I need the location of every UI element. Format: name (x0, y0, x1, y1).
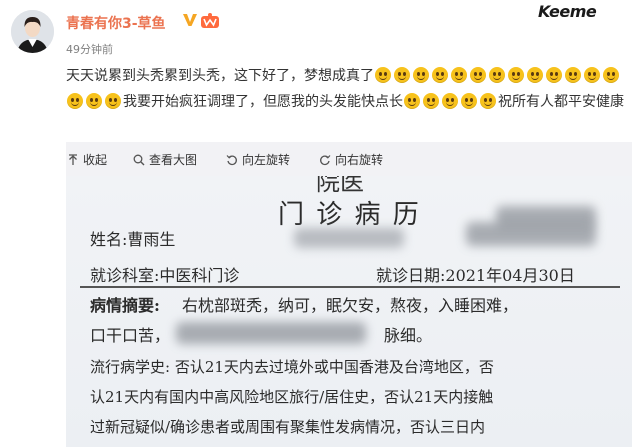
smile-emoji-icon (86, 93, 102, 109)
collapse-label: 收起 (83, 153, 108, 167)
rotate-right-button[interactable]: 向右旋转 (319, 151, 383, 168)
doc-title: 门 诊 病 历 (278, 200, 421, 230)
smile-emoji-icon (105, 93, 121, 109)
smile-emoji-icon (508, 67, 524, 83)
redaction-blur (294, 228, 404, 248)
rotate-right-icon (320, 154, 331, 165)
member-crown-icon[interactable] (200, 12, 220, 29)
media-viewer: 收起 查看大图 向左旋转 向右旋转 院医 门 诊 病 历 姓名:曹雨生 就诊科室… (66, 142, 632, 447)
redaction-blur (176, 322, 366, 344)
smile-emoji-icon (527, 67, 543, 83)
redaction-blur (466, 222, 596, 246)
rotate-left-button[interactable]: 向左旋转 (226, 151, 290, 168)
doc-complaint-line2a: 口干口苦， (90, 326, 171, 345)
rotate-left-label: 向左旋转 (242, 153, 291, 167)
post-text: 天天说累到头秃累到头秃，这下好了，梦想成真了我要开始疯狂调理了，但愿我的头发能快… (66, 63, 632, 115)
doc-name-line: 姓名:曹雨生 (90, 230, 176, 249)
smile-emoji-icon (442, 93, 458, 109)
doc-epi-line3: 过新冠疑似/确诊患者或周围有聚集性发病情况，否认三日内 (90, 418, 486, 436)
view-large-button[interactable]: 查看大图 (133, 151, 197, 168)
media-toolbar: 收起 查看大图 向左旋转 向右旋转 (66, 142, 632, 176)
smile-emoji-icon (546, 67, 562, 83)
collapse-up-icon (69, 153, 77, 165)
username-link[interactable]: 青春有你3-草鱼 (66, 13, 166, 33)
smile-emoji-icon (565, 67, 581, 83)
smile-emoji-icon (375, 67, 391, 83)
smile-emoji-icon (404, 93, 420, 109)
collapse-button[interactable]: 收起 (67, 151, 107, 168)
post-text-part3: 祝所有人都平安健康 (498, 94, 624, 110)
watermark-logo: Keeme (538, 2, 597, 21)
smile-emoji-icon (461, 93, 477, 109)
doc-epi-line2: 认21天内有国内中高风险地区旅行/居住史，否认21天内接触 (90, 388, 494, 406)
smile-emoji-icon (603, 67, 619, 83)
smile-emoji-icon (67, 93, 83, 109)
rotate-left-icon (226, 154, 237, 165)
post-text-part2: 我要开始疯狂调理了，但愿我的头发能快点长 (123, 94, 403, 110)
post-time[interactable]: 49分钟前 (66, 41, 113, 57)
smile-emoji-icon (451, 67, 467, 83)
smile-emoji-icon (470, 67, 486, 83)
emoji-group-1 (374, 67, 564, 84)
doc-rule (80, 286, 620, 288)
doc-epi-line1: 流行病学史: 否认21天内去过境外或中国香港及台湾地区，否 (90, 358, 494, 376)
post-text-part1: 天天说累到头秃累到头秃，这下好了，梦想成真了 (66, 68, 374, 84)
doc-complaint-label: 病情摘要: (90, 296, 160, 315)
smile-emoji-icon (423, 93, 439, 109)
doc-dept-line: 就诊科室:中医科门诊 (90, 266, 240, 285)
doc-complaint-line1: 右枕部斑秃，纳可，眠欠安，熬夜，入睡困难， (182, 296, 519, 315)
smile-emoji-icon (489, 67, 505, 83)
emoji-group-3 (403, 93, 498, 110)
smile-emoji-icon (394, 67, 410, 83)
avatar-photo (11, 10, 54, 53)
smile-emoji-icon (432, 67, 448, 83)
smile-emoji-icon (480, 93, 496, 109)
zoom-search-icon (133, 154, 145, 165)
doc-date-line: 就诊日期:2021年04月30日 (376, 266, 575, 285)
verified-badge-icon (183, 14, 197, 26)
rotate-right-label: 向右旋转 (335, 153, 384, 167)
view-large-label: 查看大图 (149, 153, 198, 167)
doc-complaint-line2b: 脉细。 (384, 326, 433, 345)
medical-record-photo[interactable]: 院医 门 诊 病 历 姓名:曹雨生 就诊科室:中医科门诊 就诊日期:2021年0… (66, 176, 632, 447)
smile-emoji-icon (413, 67, 429, 83)
smile-emoji-icon (584, 67, 600, 83)
avatar[interactable] (11, 10, 54, 53)
